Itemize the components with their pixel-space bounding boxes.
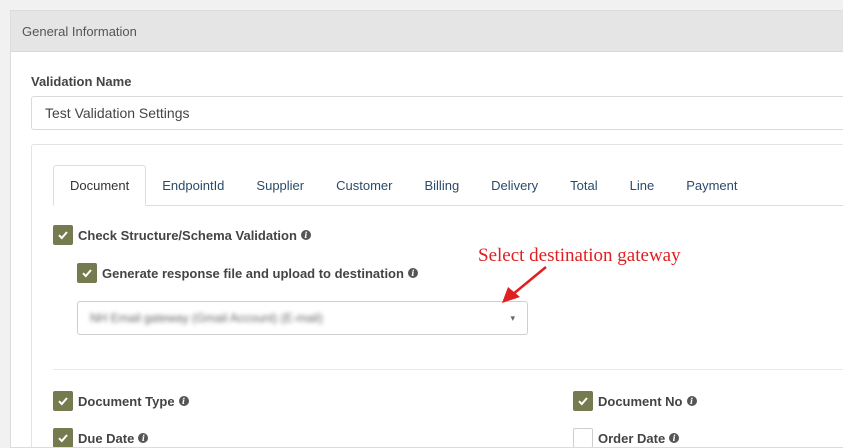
checkmark-icon: [58, 231, 68, 240]
order-date-label: Order Date: [598, 430, 666, 446]
order-date-option: Order Date i: [573, 428, 680, 447]
info-icon[interactable]: i: [686, 396, 697, 406]
tab-line[interactable]: Line: [614, 165, 671, 205]
document-type-label: Document Type: [78, 393, 175, 409]
info-icon[interactable]: i: [407, 268, 418, 278]
tab-total[interactable]: Total: [554, 165, 613, 205]
general-information-panel: General Information Validation Name Test…: [10, 10, 843, 448]
tab-billing[interactable]: Billing: [408, 165, 475, 205]
tab-customer[interactable]: Customer: [320, 165, 408, 205]
info-icon[interactable]: i: [178, 396, 189, 406]
section-divider: [53, 369, 843, 370]
validation-settings-box: Document EndpointId Supplier Customer Bi…: [31, 144, 843, 447]
checkmark-icon: [58, 434, 68, 443]
generate-response-checkbox[interactable]: [77, 263, 97, 283]
tab-delivery[interactable]: Delivery: [475, 165, 554, 205]
checkmark-icon: [578, 397, 588, 406]
info-icon[interactable]: i: [669, 433, 680, 443]
generate-response-label: Generate response file and upload to des…: [102, 265, 404, 281]
generate-response-option: Generate response file and upload to des…: [77, 263, 418, 283]
panel-header: General Information: [11, 11, 843, 52]
tab-endpointid[interactable]: EndpointId: [146, 165, 240, 205]
info-icon[interactable]: i: [138, 433, 149, 443]
check-structure-option: Check Structure/Schema Validation i: [53, 225, 311, 245]
info-icon[interactable]: i: [300, 230, 311, 240]
tab-supplier[interactable]: Supplier: [240, 165, 320, 205]
document-no-label: Document No: [598, 393, 683, 409]
validation-name-value: Test Validation Settings: [45, 105, 190, 121]
chevron-down-icon: ▾: [510, 312, 515, 323]
destination-gateway-select[interactable]: NH Email gateway (Gmail Account) (E-mail…: [77, 301, 528, 335]
checkmark-icon: [58, 397, 68, 406]
panel-title: General Information: [22, 23, 137, 39]
document-type-option: Document Type i: [53, 391, 189, 411]
document-no-option: Document No i: [573, 391, 697, 411]
validation-name-label: Validation Name: [31, 74, 132, 89]
due-date-option: Due Date i: [53, 428, 149, 447]
annotation-text: Select destination gateway: [478, 245, 681, 266]
due-date-checkbox[interactable]: [53, 428, 73, 447]
checkmark-icon: [82, 269, 92, 278]
document-no-checkbox[interactable]: [573, 391, 593, 411]
destination-gateway-value: NH Email gateway (Gmail Account) (E-mail…: [90, 311, 323, 325]
check-structure-label: Check Structure/Schema Validation: [78, 227, 297, 243]
validation-name-input[interactable]: Test Validation Settings: [31, 96, 843, 130]
tab-document[interactable]: Document: [53, 165, 147, 206]
check-structure-checkbox[interactable]: [53, 225, 73, 245]
annotation-arrow-icon: [502, 266, 547, 303]
tab-payment[interactable]: Payment: [670, 165, 753, 205]
document-type-checkbox[interactable]: [53, 391, 73, 411]
tab-bar: Document EndpointId Supplier Customer Bi…: [53, 165, 843, 206]
due-date-label: Due Date: [78, 430, 135, 446]
order-date-checkbox[interactable]: [573, 428, 593, 447]
